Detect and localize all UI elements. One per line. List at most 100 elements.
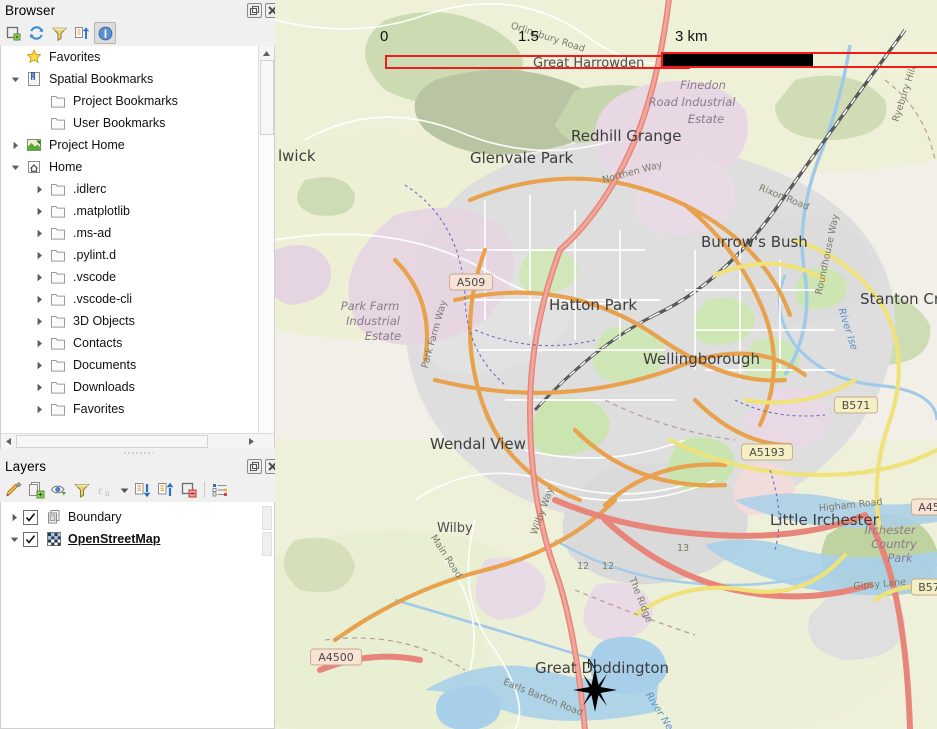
browser-tree-item[interactable]: Spatial Bookmarks <box>1 68 274 90</box>
tree-expander[interactable] <box>30 332 48 354</box>
tree-item-label: Contacts <box>73 336 123 350</box>
layer-tree-item[interactable]: Boundary <box>1 506 274 528</box>
chevron-right-icon <box>37 207 42 215</box>
tree-expander[interactable] <box>30 200 48 222</box>
tree-item-label: User Bookmarks <box>73 116 166 130</box>
tree-item-label: Project Home <box>49 138 125 152</box>
tree-expander[interactable] <box>30 178 48 200</box>
float-icon <box>250 5 259 15</box>
browser-tree-item[interactable]: Contacts <box>1 332 274 354</box>
collapse-all-button[interactable] <box>155 479 177 501</box>
scroll-right-button[interactable] <box>244 434 258 449</box>
tree-expander[interactable] <box>30 222 48 244</box>
tree-item-label: .matplotlib <box>73 204 130 218</box>
tree-item-label: .vscode-cli <box>73 292 133 306</box>
scroll-left-button[interactable] <box>1 434 15 449</box>
manage-layer-visibility-button[interactable] <box>48 479 70 501</box>
browser-scroll-thumb[interactable] <box>260 60 274 135</box>
tree-item-icon <box>48 200 68 222</box>
layers-scroll-thumb-a[interactable] <box>262 506 272 530</box>
tree-expander <box>30 112 48 134</box>
browser-tree-item[interactable]: .pylint.d <box>1 244 274 266</box>
layers-float-button[interactable] <box>247 458 262 474</box>
check-icon <box>25 512 36 522</box>
browser-horizontal-scrollbar[interactable] <box>1 433 274 449</box>
browser-tree[interactable]: Favorites Spatial Bookmarks Project Bookma… <box>1 46 274 449</box>
browser-tree-item[interactable]: Project Home <box>1 134 274 156</box>
layers-scroll-thumb-b[interactable] <box>262 532 272 556</box>
tree-expander[interactable] <box>30 354 48 376</box>
layer-expander[interactable] <box>5 506 23 528</box>
layer-label: OpenStreetMap <box>68 532 161 546</box>
browser-tree-item[interactable]: 3D Objects <box>1 310 274 332</box>
map-label: A5193 <box>749 446 785 459</box>
chevron-right-icon <box>37 361 42 369</box>
tree-item-icon <box>24 134 44 156</box>
layers-tree-panel: Boundary OpenStreetMap <box>0 502 275 729</box>
layer-visibility-checkbox[interactable] <box>23 531 38 547</box>
add-group-button[interactable] <box>25 479 47 501</box>
browser-tree-item[interactable]: User Bookmarks <box>1 112 274 134</box>
layer-tree-item[interactable]: OpenStreetMap <box>1 528 274 550</box>
tree-expander[interactable] <box>30 244 48 266</box>
expand-all-button[interactable] <box>132 479 154 501</box>
tree-item-icon <box>48 354 68 376</box>
map-label: Finedon <box>680 78 726 92</box>
tree-expander[interactable] <box>30 398 48 420</box>
tree-item-icon <box>48 178 68 200</box>
browser-tree-item[interactable]: Downloads <box>1 376 274 398</box>
filter-dropdown-button[interactable] <box>117 479 131 501</box>
filter-browser-button[interactable] <box>48 22 70 44</box>
layer-type-icon <box>44 528 64 550</box>
tree-item-label: .vscode <box>73 270 117 284</box>
map-label: Park <box>887 551 914 565</box>
remove-layer-button[interactable] <box>178 479 200 501</box>
browser-tree-item[interactable]: Documents <box>1 354 274 376</box>
collapse-all-button[interactable] <box>71 22 93 44</box>
refresh-button[interactable] <box>25 22 47 44</box>
layer-visibility-checkbox[interactable] <box>23 509 38 525</box>
browser-tree-item[interactable]: .matplotlib <box>1 200 274 222</box>
folder-icon <box>51 294 65 306</box>
browser-panel-titlebar: Browser <box>0 0 284 20</box>
tree-expander[interactable] <box>6 68 24 90</box>
tree-expander[interactable] <box>30 376 48 398</box>
browser-vertical-scrollbar[interactable] <box>258 46 274 449</box>
browser-scroll-track[interactable] <box>259 60 274 435</box>
layer-styling-dock-button[interactable] <box>209 479 231 501</box>
layers-panel-titlebar: Layers <box>0 456 284 476</box>
scroll-up-button[interactable] <box>259 46 274 60</box>
map-label: lwick <box>278 147 316 165</box>
map-label: Wilby <box>437 521 473 536</box>
browser-tree-item[interactable]: .vscode-cli <box>1 288 274 310</box>
layers-tree[interactable]: Boundary OpenStreetMap <box>1 502 274 728</box>
browser-tree-item[interactable]: Home <box>1 156 274 178</box>
add-layer-button[interactable] <box>2 22 24 44</box>
browser-tree-item[interactable]: .idlerc <box>1 178 274 200</box>
browser-float-button[interactable] <box>247 2 262 18</box>
chevron-down-icon <box>10 537 18 542</box>
tree-expander[interactable] <box>30 310 48 332</box>
tree-item-icon <box>24 156 44 178</box>
home-icon <box>28 161 40 173</box>
filter-legend-button[interactable] <box>71 479 93 501</box>
layers-vertical-scrollbar[interactable] <box>260 502 274 728</box>
browser-tree-item[interactable]: .vscode <box>1 266 274 288</box>
open-layer-styling-panel-button[interactable] <box>2 479 24 501</box>
tree-item-icon <box>48 222 68 244</box>
browser-hscroll-thumb[interactable] <box>16 435 208 448</box>
map-canvas[interactable]: Orlingbury Road Northen Way Rixon Road Ryeb… <box>275 0 937 729</box>
layer-expander[interactable] <box>5 528 23 550</box>
scale-bar <box>661 52 937 68</box>
tree-expander[interactable] <box>6 156 24 178</box>
layers-toolbar: ε n <box>0 478 279 502</box>
tree-expander[interactable] <box>30 288 48 310</box>
browser-tree-item[interactable]: Favorites <box>1 398 274 420</box>
chevron-down-icon <box>120 488 128 493</box>
browser-tree-item[interactable]: .ms-ad <box>1 222 274 244</box>
tree-expander[interactable] <box>30 266 48 288</box>
properties-widget-button[interactable] <box>94 22 116 44</box>
browser-tree-item[interactable]: Project Bookmarks <box>1 90 274 112</box>
tree-expander[interactable] <box>6 134 24 156</box>
browser-tree-item[interactable]: Favorites <box>1 46 274 68</box>
